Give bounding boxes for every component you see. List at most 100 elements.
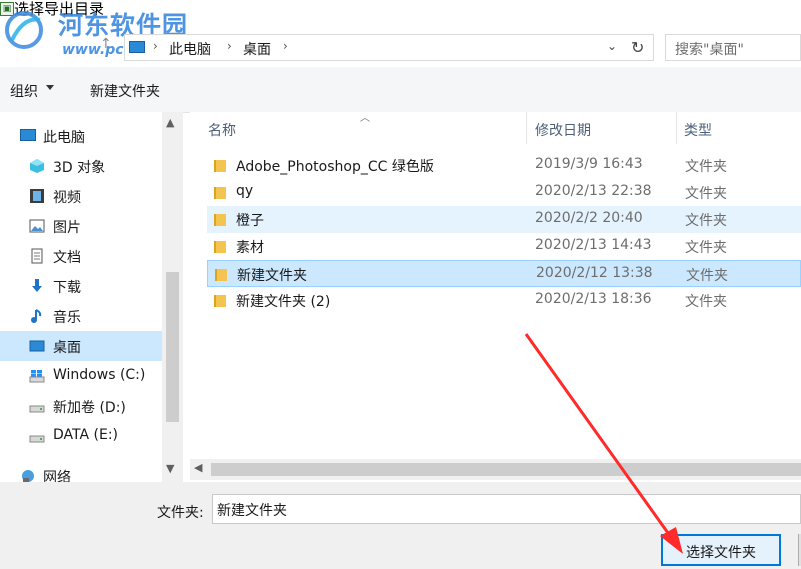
file-date: 2020/2/13 18:36 [535,291,652,307]
chevron-right-icon[interactable]: › [283,39,288,53]
file-date: 2020/2/13 22:38 [535,183,652,199]
select-folder-button[interactable]: 选择文件夹 [661,534,781,566]
pc-icon [20,129,36,141]
sidebar-item-windows-c[interactable]: Windows (C:) [0,361,162,391]
dialog-footer: 文件夹: 新建文件夹 选择文件夹 [0,482,801,569]
sidebar-item-label: 音乐 [53,310,81,326]
sidebar-item-drive-d[interactable]: 新加卷 (D:) [0,391,162,421]
file-type: 文件夹 [685,186,727,202]
sidebar-item-downloads[interactable]: 下载 [0,271,162,301]
file-row[interactable]: 橙子 2020/2/2 20:40 文件夹 [207,206,801,233]
address-bar[interactable]: › 此电脑 › 桌面 › ⌄ ↻ [124,34,654,61]
sort-ascending-icon: ︿ [360,113,370,124]
file-name: 素材 [236,240,264,256]
file-name: 橙子 [236,213,264,229]
sidebar-item-label: Windows (C:) [53,367,146,383]
music-icon [31,309,42,323]
horizontal-scrollbar[interactable]: ◀ [190,459,801,480]
file-date: 2019/3/9 16:43 [535,156,643,172]
up-arrow-icon[interactable]: ↑ [100,36,114,58]
picture-icon [29,219,45,233]
file-name: Adobe_Photoshop_CC 绿色版 [236,159,434,175]
file-date: 2020/2/12 13:38 [536,265,653,281]
file-list: 名称 ︿ 修改日期 类型 Adobe_Photoshop_CC 绿色版 2019… [190,112,801,482]
file-row[interactable]: 素材 2020/2/13 14:43 文件夹 [207,233,801,260]
scroll-up-icon[interactable]: ▲ [166,116,174,129]
network-icon [22,470,34,482]
desktop-icon [29,340,45,352]
sidebar-item-this-pc[interactable]: 此电脑 [0,121,162,151]
organize-button[interactable]: 组织 [10,81,38,101]
sidebar-item-videos[interactable]: 视频 [0,181,162,211]
file-row[interactable]: Adobe_Photoshop_CC 绿色版 2019/3/9 16:43 文件… [207,152,801,179]
download-icon [32,279,42,292]
sidebar-item-label: 图片 [53,220,81,236]
breadcrumb-this-pc[interactable]: 此电脑 [169,39,211,59]
file-type: 文件夹 [685,159,727,175]
watermark-logo-icon [5,11,43,49]
file-row-selected[interactable]: 新建文件夹 2020/2/12 13:38 文件夹 [207,260,801,287]
search-input[interactable]: 搜索"桌面" [665,34,801,61]
chevron-down-icon[interactable]: ⌄ [607,39,617,53]
file-type: 文件夹 [685,213,727,229]
chevron-right-icon[interactable]: › [153,39,158,53]
file-name: 新建文件夹 (2) [236,294,331,310]
folder-icon [215,269,227,281]
new-folder-button[interactable]: 新建文件夹 [90,81,160,101]
sidebar-item-documents[interactable]: 文档 [0,241,162,271]
drive-icon [29,405,45,413]
folder-icon [214,295,226,307]
folder-icon [214,214,226,226]
film-icon [30,189,44,203]
scrollbar-thumb[interactable] [166,272,179,422]
folder-label: 文件夹: [157,505,204,521]
document-icon [31,248,43,264]
search-placeholder: 搜索"桌面" [675,42,744,58]
drive-icon [29,435,45,443]
file-date: 2020/2/13 14:43 [535,237,652,253]
folder-icon [214,160,226,172]
scrollbar-thumb[interactable] [211,463,801,476]
sidebar-item-label: 桌面 [53,340,81,356]
file-type: 文件夹 [686,268,728,284]
file-row[interactable]: 新建文件夹 (2) 2020/2/13 18:36 文件夹 [207,287,801,314]
column-divider[interactable] [676,112,677,144]
sidebar-item-label: 文档 [53,250,81,266]
sidebar-item-3d-objects[interactable]: 3D 对象 [0,151,162,181]
file-row[interactable]: qy 2020/2/13 22:38 文件夹 [207,179,801,206]
column-header-type[interactable]: 类型 [684,120,712,140]
select-folder-button-label: 选择文件夹 [686,545,756,561]
sidebar-item-label: 下载 [53,280,81,296]
chevron-right-icon[interactable]: › [227,39,232,53]
refresh-icon[interactable]: ↻ [631,38,644,57]
column-header-date[interactable]: 修改日期 [535,120,591,140]
scroll-left-icon[interactable]: ◀ [194,461,202,474]
file-type: 文件夹 [685,294,727,310]
windows-drive-icon [29,370,45,383]
sidebar-item-desktop[interactable]: 桌面 [0,331,162,361]
sidebar-item-label: DATA (E:) [53,427,119,443]
sidebar-item-drive-e[interactable]: DATA (E:) [0,421,162,451]
breadcrumb-desktop[interactable]: 桌面 [243,39,271,59]
pc-icon [129,41,145,53]
sidebar-item-label: 网络 [43,470,71,482]
sidebar-item-label: 视频 [53,190,81,206]
file-date: 2020/2/2 20:40 [535,210,643,226]
navigation-pane: 此电脑 3D 对象 视频 图片 文档 下载 音乐 桌面 Windows (C:)… [0,112,183,482]
file-type: 文件夹 [685,240,727,256]
sidebar-item-label: 新加卷 (D:) [53,400,126,416]
sidebar-item-network[interactable]: 网络 [0,461,162,482]
folder-name-value: 新建文件夹 [217,503,287,519]
sidebar-scrollbar[interactable]: ▲ ▼ [162,112,183,482]
column-divider[interactable] [526,112,527,144]
folder-name-input[interactable]: 新建文件夹 [212,494,801,524]
caret-down-icon[interactable] [46,85,54,90]
column-header-name[interactable]: 名称 [208,120,236,140]
sidebar-item-music[interactable]: 音乐 [0,301,162,331]
folder-icon [214,187,226,199]
sidebar-item-label: 此电脑 [43,130,85,146]
toolbar: 组织 新建文件夹 [0,67,801,113]
file-name: qy [236,183,254,199]
scroll-down-icon[interactable]: ▼ [166,462,174,475]
sidebar-item-pictures[interactable]: 图片 [0,211,162,241]
